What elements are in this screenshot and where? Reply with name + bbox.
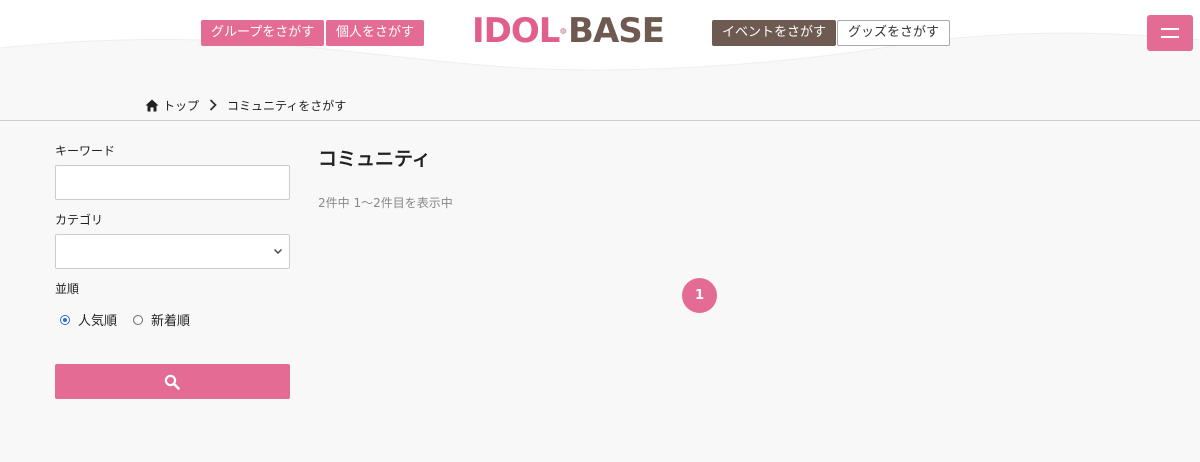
- sort-popular-radio[interactable]: [60, 314, 70, 325]
- breadcrumb: トップ コミュニティをさがす: [145, 96, 346, 114]
- pagination-page-1[interactable]: 1: [682, 278, 717, 313]
- nav-find-person-button[interactable]: 個人をさがす: [326, 20, 425, 46]
- logo-text-idol: IDOL: [472, 11, 560, 51]
- header-divider: [0, 120, 1200, 121]
- breadcrumb-current: コミュニティをさがす: [227, 98, 347, 113]
- keyword-input[interactable]: [56, 166, 289, 199]
- logo-text-base: BASE: [568, 11, 665, 51]
- sort-newest-label[interactable]: 新着順: [151, 310, 190, 329]
- home-icon: [145, 99, 159, 111]
- hamburger-icon: [1161, 28, 1179, 30]
- nav-find-group-button[interactable]: グループをさがす: [201, 20, 325, 46]
- sort-popular-label[interactable]: 人気順: [78, 310, 117, 329]
- site-logo[interactable]: IDOL BASE: [472, 11, 665, 51]
- result-count: 2件中 1〜2件目を表示中: [318, 196, 453, 210]
- logo-flower-icon: [560, 27, 567, 35]
- search-icon: [164, 374, 180, 390]
- chevron-down-icon: [274, 249, 282, 254]
- search-button[interactable]: [55, 364, 290, 399]
- chevron-right-icon: [209, 99, 217, 111]
- site-header: グループをさがす 個人をさがす IDOL BASE イベントをさがす グッズをさ…: [0, 0, 1200, 90]
- menu-button[interactable]: [1147, 15, 1193, 51]
- sort-label: 並順: [55, 282, 80, 296]
- nav-find-event-button[interactable]: イベントをさがす: [712, 20, 837, 46]
- nav-find-goods-button[interactable]: グッズをさがす: [837, 20, 951, 46]
- category-label: カテゴリ: [55, 213, 104, 227]
- keyword-field[interactable]: [55, 165, 290, 200]
- page-title: コミュニティ: [318, 148, 431, 170]
- category-select[interactable]: [55, 234, 290, 269]
- keyword-label: キーワード: [55, 144, 116, 158]
- sort-options: 人気順 新着順: [60, 310, 190, 329]
- sort-newest-radio[interactable]: [133, 314, 144, 325]
- breadcrumb-home-link[interactable]: トップ: [163, 97, 199, 114]
